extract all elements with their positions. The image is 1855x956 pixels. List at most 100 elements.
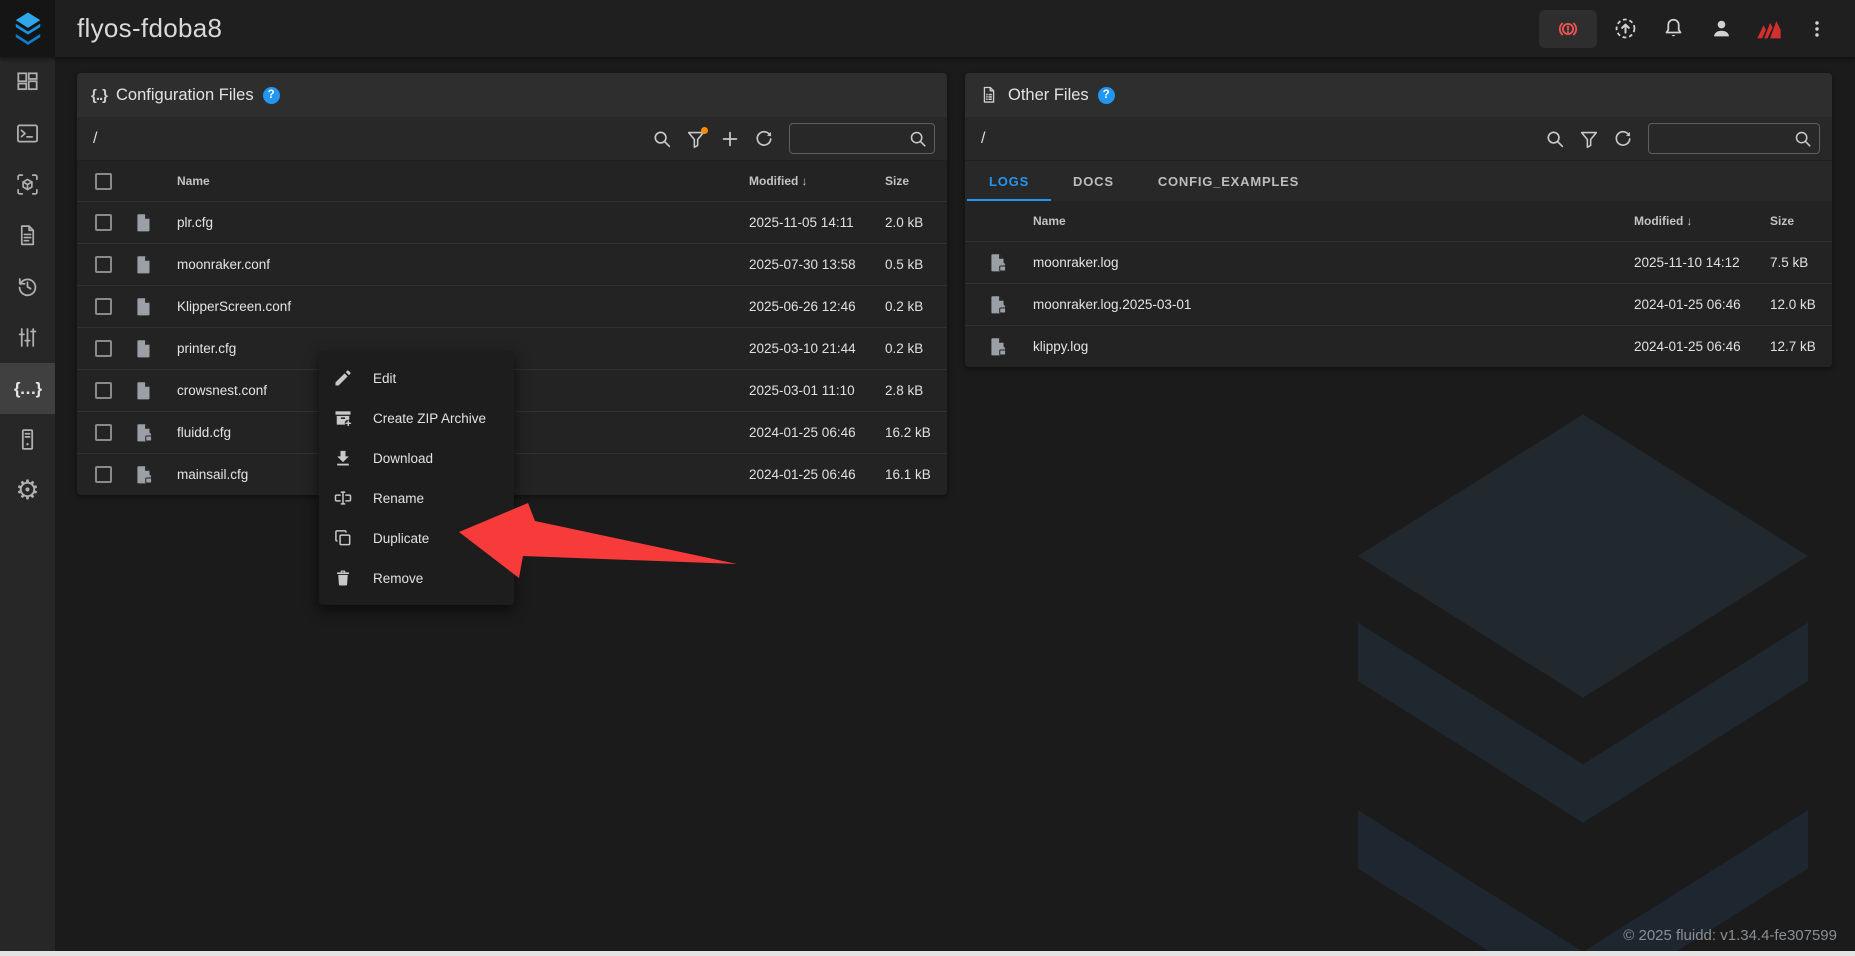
search-button[interactable] (645, 122, 679, 156)
duplicate-icon (333, 528, 353, 548)
file-name: klippy.log (1033, 339, 1608, 354)
document-icon (979, 85, 999, 105)
brand-logo-button[interactable] (1749, 9, 1789, 49)
file-row[interactable]: moonraker.conf 2025-07-30 13:58 0.5 kB (77, 243, 947, 285)
menu-item-remove[interactable]: Remove (319, 558, 514, 598)
config-search-box (789, 123, 935, 154)
notifications-button[interactable] (1653, 9, 1693, 49)
other-search-box (1648, 123, 1820, 154)
file-icon (133, 422, 155, 444)
refresh-icon (753, 128, 775, 150)
row-checkbox[interactable] (95, 298, 112, 315)
file-modified: 2025-07-30 13:58 (723, 257, 873, 272)
file-row[interactable]: klippy.log 2024-01-25 06:46 12.7 kB (965, 325, 1832, 367)
add-file-button[interactable] (713, 122, 747, 156)
column-header-modified[interactable]: Modified↓ (723, 174, 873, 188)
sidebar-item-jobs[interactable] (0, 210, 55, 261)
plus-icon (719, 128, 741, 150)
sidebar-item-tune[interactable] (0, 312, 55, 363)
sidebar-item-configure[interactable]: {…} (0, 363, 55, 414)
file-row[interactable]: KlipperScreen.conf 2025-06-26 12:46 0.2 … (77, 285, 947, 327)
search-button[interactable] (1538, 122, 1572, 156)
config-table-header: Name Modified↓ Size (77, 161, 947, 201)
zip-archive-icon (333, 408, 353, 428)
file-size: 16.1 kB (873, 467, 947, 482)
help-icon[interactable]: ? (263, 87, 280, 104)
file-icon (987, 252, 1009, 274)
rename-icon (333, 488, 353, 508)
sidebar-item-settings[interactable]: ⚙ (0, 465, 55, 516)
filter-button[interactable] (1572, 122, 1606, 156)
row-checkbox[interactable] (95, 214, 112, 231)
sidebar-item-history[interactable] (0, 261, 55, 312)
column-header-size[interactable]: Size (1758, 214, 1832, 228)
search-icon (1544, 128, 1566, 150)
search-icon[interactable] (1792, 128, 1814, 150)
filter-active-badge (701, 127, 708, 134)
column-header-name[interactable]: Name (177, 174, 723, 188)
file-row[interactable]: moonraker.log.2025-03-01 2024-01-25 06:4… (965, 283, 1832, 325)
app-bar: flyos-fdoba8 (0, 0, 1855, 57)
sidebar-item-system[interactable] (0, 414, 55, 465)
emergency-stop-button[interactable] (1539, 10, 1597, 48)
trash-icon (333, 568, 353, 588)
search-icon[interactable] (907, 128, 929, 150)
row-checkbox[interactable] (95, 466, 112, 483)
menu-item-duplicate[interactable]: Duplicate (319, 518, 514, 558)
file-name: plr.cfg (177, 215, 723, 230)
user-icon (1709, 16, 1734, 41)
tab-logs[interactable]: LOGS (967, 161, 1051, 201)
sidebar-item-gcode-preview[interactable] (0, 159, 55, 210)
menu-item-create-zip-archive[interactable]: Create ZIP Archive (319, 398, 514, 438)
config-panel-title: Configuration Files (116, 86, 254, 105)
fluidd-logo[interactable] (0, 0, 55, 57)
file-row[interactable]: plr.cfg 2025-11-05 14:11 2.0 kB (77, 201, 947, 243)
other-path-breadcrumb[interactable]: / (981, 130, 985, 148)
menu-item-download[interactable]: Download (319, 438, 514, 478)
fluidd-logo-icon (13, 12, 43, 46)
refresh-button[interactable] (1606, 122, 1640, 156)
row-checkbox[interactable] (95, 340, 112, 357)
refresh-button[interactable] (747, 122, 781, 156)
row-checkbox[interactable] (95, 382, 112, 399)
file-modified: 2024-01-25 06:46 (723, 425, 873, 440)
tab-docs[interactable]: DOCS (1051, 161, 1136, 201)
help-icon[interactable]: ? (1098, 87, 1115, 104)
file-icon (133, 338, 155, 360)
file-modified: 2024-01-25 06:46 (1608, 297, 1758, 312)
other-files-table: Name Modified↓ Size (965, 201, 1832, 367)
pencil-icon (333, 368, 353, 388)
column-header-modified[interactable]: Modified↓ (1608, 214, 1758, 228)
update-status-button[interactable] (1605, 9, 1645, 49)
version-footer: © 2025 fluidd: v1.34.4-fe307599 (1623, 927, 1837, 944)
file-size: 2.0 kB (873, 215, 947, 230)
file-size: 0.2 kB (873, 341, 947, 356)
history-icon (15, 274, 40, 299)
file-icon (133, 212, 155, 234)
menu-item-rename[interactable]: Rename (319, 478, 514, 518)
file-icon (133, 296, 155, 318)
column-header-name[interactable]: Name (1033, 214, 1608, 228)
file-row[interactable]: moonraker.log 2025-11-10 14:12 7.5 kB (965, 241, 1832, 283)
select-all-checkbox[interactable] (95, 173, 112, 190)
code-braces-icon: {..} (91, 87, 107, 104)
column-header-size[interactable]: Size (873, 174, 947, 188)
menu-item-edit[interactable]: Edit (319, 358, 514, 398)
sort-desc-icon: ↓ (1686, 214, 1692, 228)
download-icon (333, 448, 353, 468)
file-modified: 2024-01-25 06:46 (723, 467, 873, 482)
code-braces-icon: {…} (14, 379, 41, 399)
row-checkbox[interactable] (95, 256, 112, 273)
file-size: 0.5 kB (873, 257, 947, 272)
overflow-menu-button[interactable] (1797, 9, 1837, 49)
config-panel-header: {..} Configuration Files ? (77, 73, 947, 117)
tab-config-examples[interactable]: CONFIG_EXAMPLES (1136, 161, 1321, 201)
file-modified: 2025-03-10 21:44 (723, 341, 873, 356)
user-button[interactable] (1701, 9, 1741, 49)
row-checkbox[interactable] (95, 424, 112, 441)
file-size: 16.2 kB (873, 425, 947, 440)
filter-button[interactable] (679, 122, 713, 156)
sidebar-item-console[interactable] (0, 108, 55, 159)
sidebar-item-dashboard[interactable] (0, 57, 55, 108)
config-path-breadcrumb[interactable]: / (93, 130, 97, 148)
